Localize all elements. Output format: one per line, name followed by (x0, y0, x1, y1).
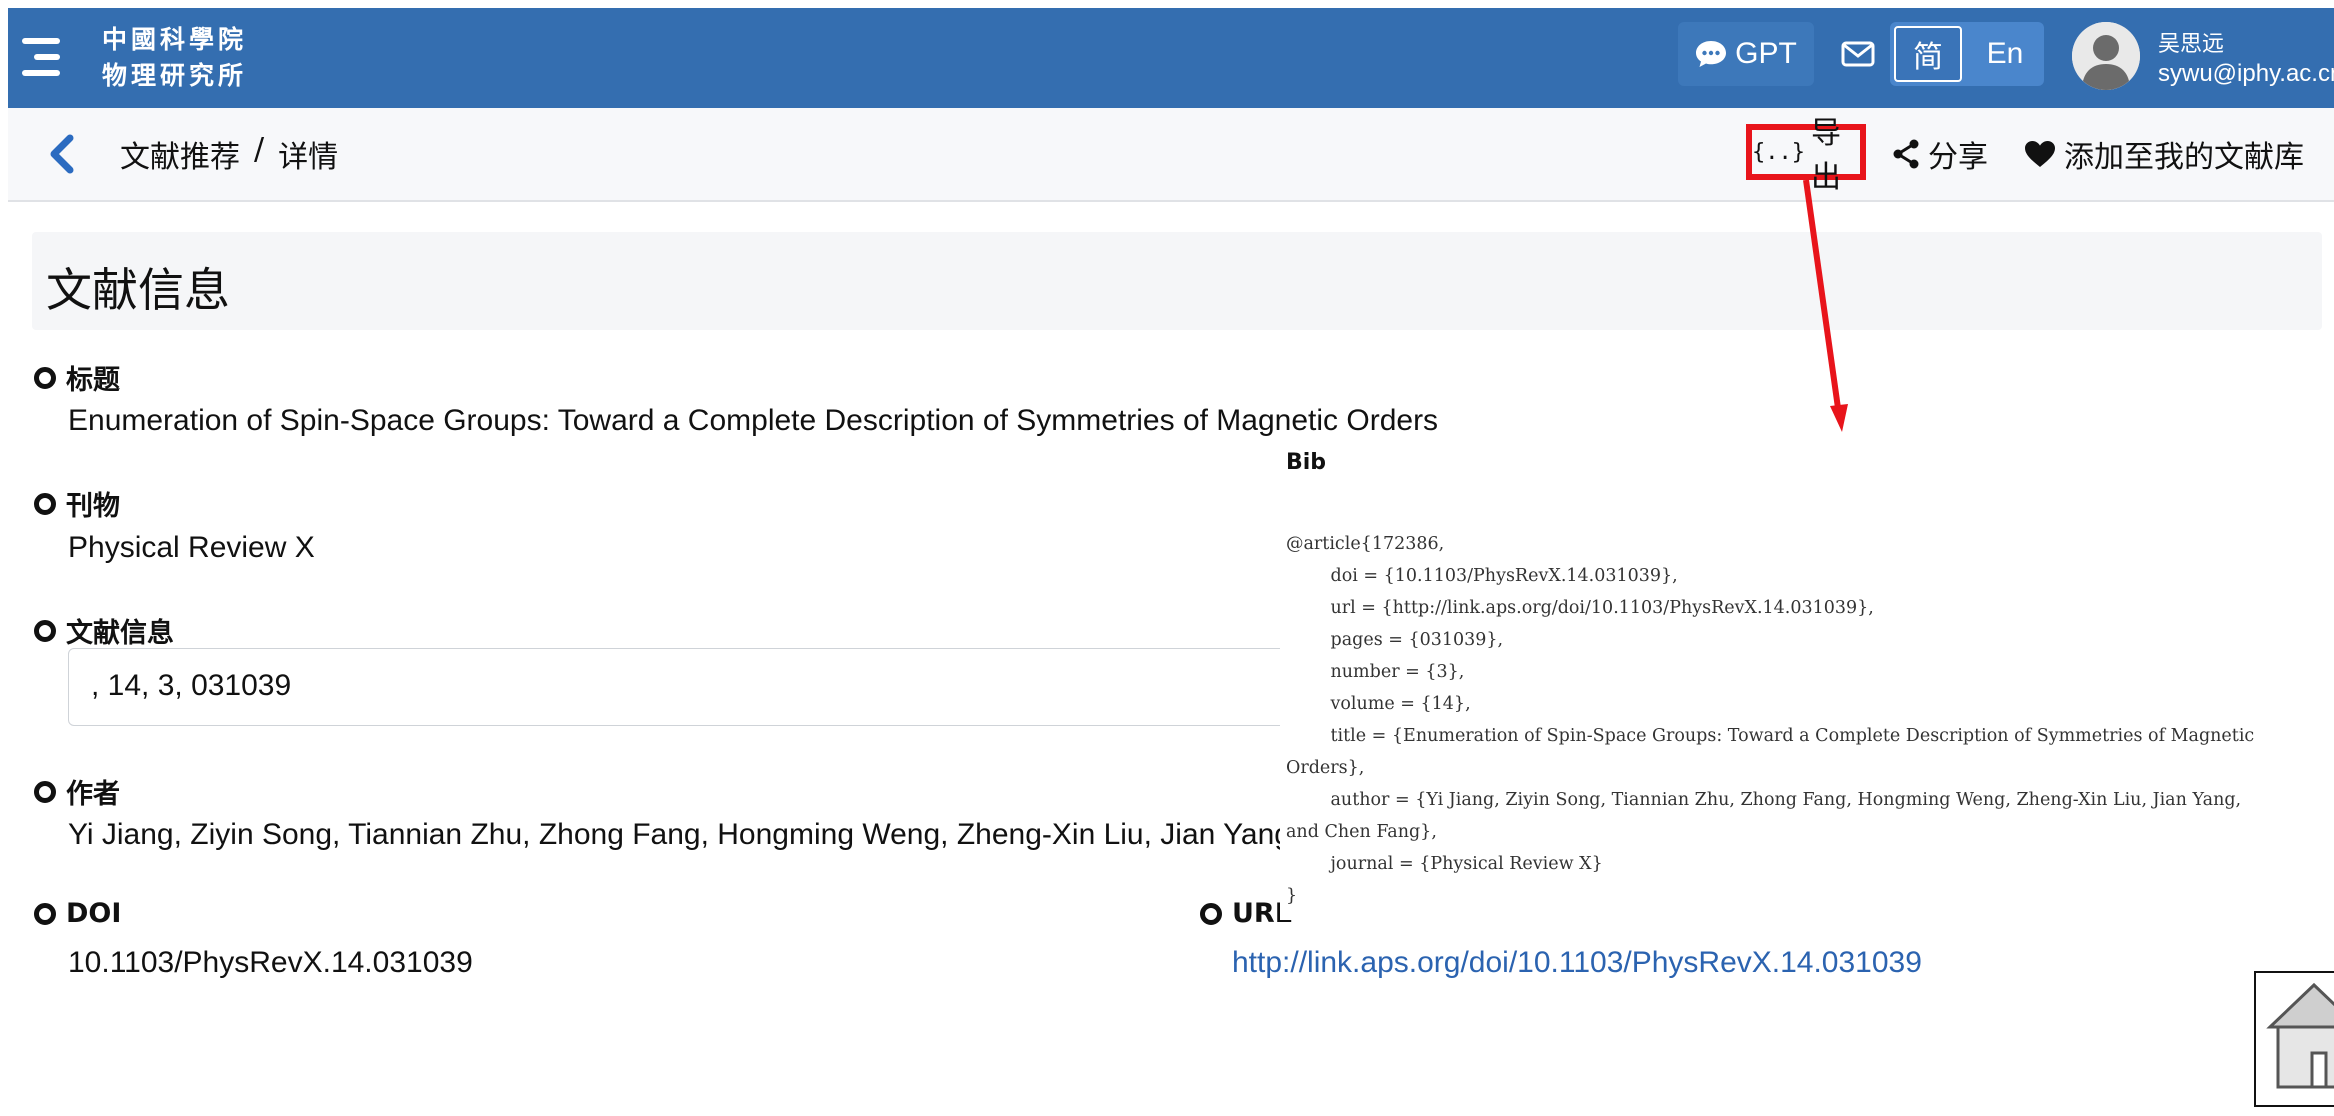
info-label: 文献信息 (34, 611, 174, 650)
bullet-icon (34, 902, 56, 925)
journal-value: Physical Review X (68, 531, 315, 564)
add-to-library-button[interactable]: 添加至我的文献库 (2024, 132, 2304, 176)
breadcrumb-separator: / (254, 132, 265, 167)
bib-title: Bib (1286, 450, 1327, 475)
mail-button[interactable] (1826, 22, 1890, 86)
authors-value: Yi Jiang, Ziyin Song, Tiannian Zhu, Zhon… (68, 818, 1291, 851)
title-value: Enumeration of Spin-Space Groups: Toward… (68, 404, 1439, 437)
export-icon: {..} (1752, 139, 1805, 165)
language-switch: 简 En (1890, 22, 2044, 86)
export-label: 导出 (1810, 116, 1841, 195)
bullet-icon (34, 619, 56, 642)
top-bar: 中國科學院 物理研究所 GPT 简 En 吴思远 sywu@iphy.ac.cn (8, 8, 2334, 109)
share-icon (1893, 139, 1919, 169)
doi-value: 10.1103/PhysRevX.14.031039 (68, 946, 473, 979)
app-frame: 中國科學院 物理研究所 GPT 简 En 吴思远 sywu@iphy.ac.cn… (8, 8, 2334, 1116)
url-link[interactable]: http://link.aps.org/doi/10.1103/PhysRevX… (1232, 946, 1922, 980)
title-label: 标题 (34, 358, 120, 397)
user-icon (2072, 22, 2140, 90)
institute-logo[interactable]: 中國科學院 物理研究所 (102, 22, 247, 94)
bullet-icon (34, 366, 56, 389)
add-to-library-label: 添加至我的文献库 (2064, 140, 2304, 175)
bullet-icon (34, 780, 56, 803)
doi-label: DOI (34, 898, 121, 929)
authors-label: 作者 (34, 772, 120, 811)
info-value-box: , 14, 3, 031039 (68, 648, 1368, 726)
bullet-icon (34, 492, 56, 515)
lang-zh-button[interactable]: 简 (1894, 26, 1962, 82)
chat-icon (1696, 41, 1727, 67)
chevron-left-icon (50, 134, 74, 174)
section-header: 文献信息 (32, 232, 2322, 330)
home-button[interactable] (2254, 971, 2334, 1107)
menu-icon[interactable] (22, 34, 60, 80)
share-label: 分享 (1928, 140, 1988, 175)
breadcrumb-current: 详情 (278, 140, 339, 175)
breadcrumb-parent[interactable]: 文献推荐 (120, 132, 240, 176)
gpt-label: GPT (1735, 37, 1797, 70)
gpt-button[interactable]: GPT (1678, 22, 1814, 86)
back-button[interactable] (46, 134, 76, 174)
lang-en-button[interactable]: En (1966, 22, 2044, 86)
bib-export-panel: Bib @article{172386, doi = {10.1103/Phys… (1280, 440, 2334, 920)
home-icon (2266, 982, 2334, 1089)
share-button[interactable]: 分享 (1892, 132, 1988, 176)
bullet-icon (1200, 902, 1222, 925)
mail-icon (1841, 41, 1875, 67)
section-title: 文献信息 (46, 263, 230, 317)
bib-content[interactable]: @article{172386, doi = {10.1103/PhysRevX… (1286, 528, 2254, 912)
user-name: 吴思远 (2158, 32, 2225, 57)
export-button[interactable]: {..} 导出 (1746, 116, 1866, 195)
journal-label: 刊物 (34, 484, 120, 523)
user-email: sywu@iphy.ac.cn (2158, 60, 2334, 87)
avatar[interactable] (2072, 22, 2140, 90)
breadcrumb: 文献推荐 / 详情 (120, 132, 338, 176)
url-label: URL (1200, 898, 1292, 929)
info-value: , 14, 3, 031039 (91, 669, 292, 702)
heart-icon (2025, 141, 2055, 167)
sub-header: 文献推荐 / 详情 {..} 导出 分享 添加至我的文献库 (8, 108, 2334, 202)
